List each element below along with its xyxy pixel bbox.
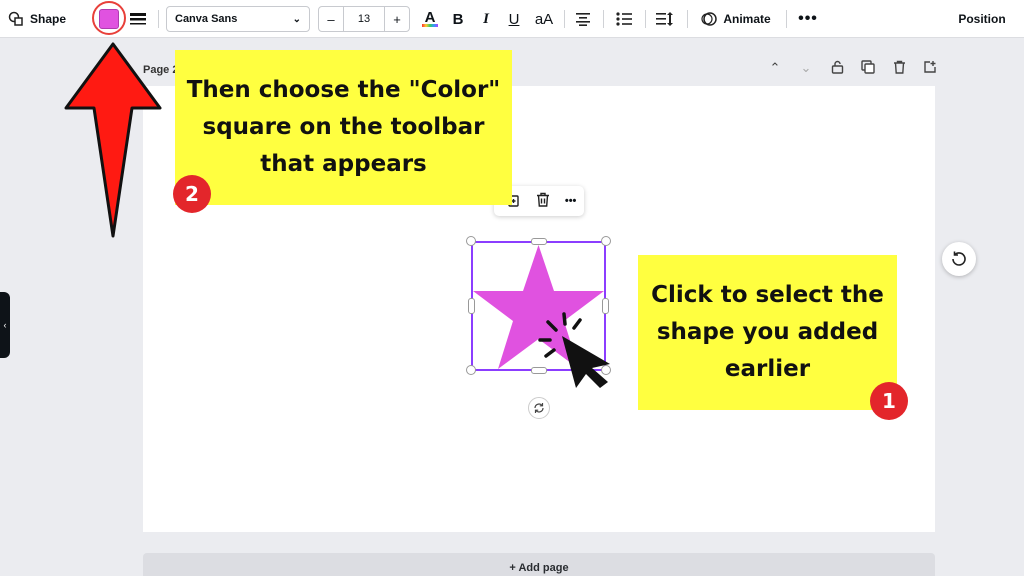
rotate-handle[interactable] <box>528 397 550 419</box>
instruction-callout-step-2: Then choose the "Color" square on the to… <box>175 50 512 205</box>
text-color-icon: A <box>422 10 438 27</box>
italic-button[interactable]: I <box>474 0 498 38</box>
toolbar-divider <box>603 10 604 28</box>
animate-label: Animate <box>723 12 771 26</box>
position-button[interactable]: Position <box>950 0 1014 38</box>
underline-button[interactable]: U <box>502 0 526 38</box>
resize-handle[interactable] <box>531 238 547 245</box>
chevron-down-icon[interactable]: ⌄ <box>797 60 815 77</box>
add-page-button[interactable]: + Add page <box>143 553 935 576</box>
shape-label: Shape <box>30 12 67 26</box>
toolbar-divider <box>564 10 565 28</box>
letter-case-button[interactable]: aA <box>530 0 558 38</box>
list-button[interactable] <box>612 0 636 38</box>
toolbar-divider <box>645 10 646 28</box>
spacing-button[interactable] <box>653 0 677 38</box>
add-page-icon[interactable] <box>921 60 939 77</box>
font-family-dropdown[interactable]: Canva Sans ⌄ <box>166 6 310 32</box>
comment-button[interactable] <box>942 242 976 276</box>
more-options-icon[interactable]: ••• <box>565 195 577 207</box>
shape-button[interactable]: Shape <box>8 0 78 38</box>
highlight-ring <box>92 1 126 35</box>
comment-refresh-icon <box>952 251 966 266</box>
font-size-input[interactable]: 13 <box>343 7 385 31</box>
toolbar-divider <box>786 10 787 28</box>
resize-handle[interactable] <box>466 365 476 375</box>
resize-handle[interactable] <box>468 298 475 314</box>
border-style-icon <box>130 13 146 25</box>
page-actions: ⌃ ⌄ <box>766 60 939 77</box>
more-options-button[interactable]: ••• <box>796 0 820 38</box>
border-style-button[interactable] <box>128 0 148 38</box>
arrow-up-icon <box>64 42 162 238</box>
trash-icon[interactable] <box>536 192 550 210</box>
list-icon <box>616 12 632 26</box>
resize-handle[interactable] <box>466 236 476 246</box>
animate-button[interactable]: Animate <box>696 0 776 38</box>
animate-icon <box>701 12 718 26</box>
step-badge-1: 1 <box>870 382 908 420</box>
font-size-stepper[interactable]: – 13 + <box>318 6 410 32</box>
bold-button[interactable]: B <box>446 0 470 38</box>
rotate-icon <box>534 403 544 413</box>
align-center-icon <box>576 13 590 26</box>
font-family-value: Canva Sans <box>175 13 238 25</box>
chevron-down-icon: ⌄ <box>292 13 301 25</box>
font-size-decrease-button[interactable]: – <box>319 7 343 31</box>
spacing-icon <box>656 12 673 26</box>
panel-collapse-tab[interactable]: ‹ <box>0 292 10 358</box>
text-color-button[interactable]: A <box>418 0 442 38</box>
font-size-increase-button[interactable]: + <box>385 7 409 31</box>
duplicate-page-icon[interactable] <box>859 60 877 77</box>
chevron-left-icon: ‹ <box>3 320 7 330</box>
lock-icon[interactable] <box>828 60 846 77</box>
shape-icon <box>8 11 23 26</box>
toolbar-divider <box>687 10 688 28</box>
resize-handle[interactable] <box>601 236 611 246</box>
align-button[interactable] <box>571 0 595 38</box>
instruction-callout-step-1: Click to select the shape you added earl… <box>638 255 897 410</box>
editor-toolbar: Shape Canva Sans ⌄ – 13 + A B I U aA Ani… <box>0 0 1024 38</box>
click-cursor-icon <box>538 312 610 388</box>
trash-icon[interactable] <box>890 60 908 77</box>
chevron-up-icon[interactable]: ⌃ <box>766 60 784 77</box>
step-badge-2: 2 <box>173 175 211 213</box>
toolbar-divider <box>158 10 159 28</box>
